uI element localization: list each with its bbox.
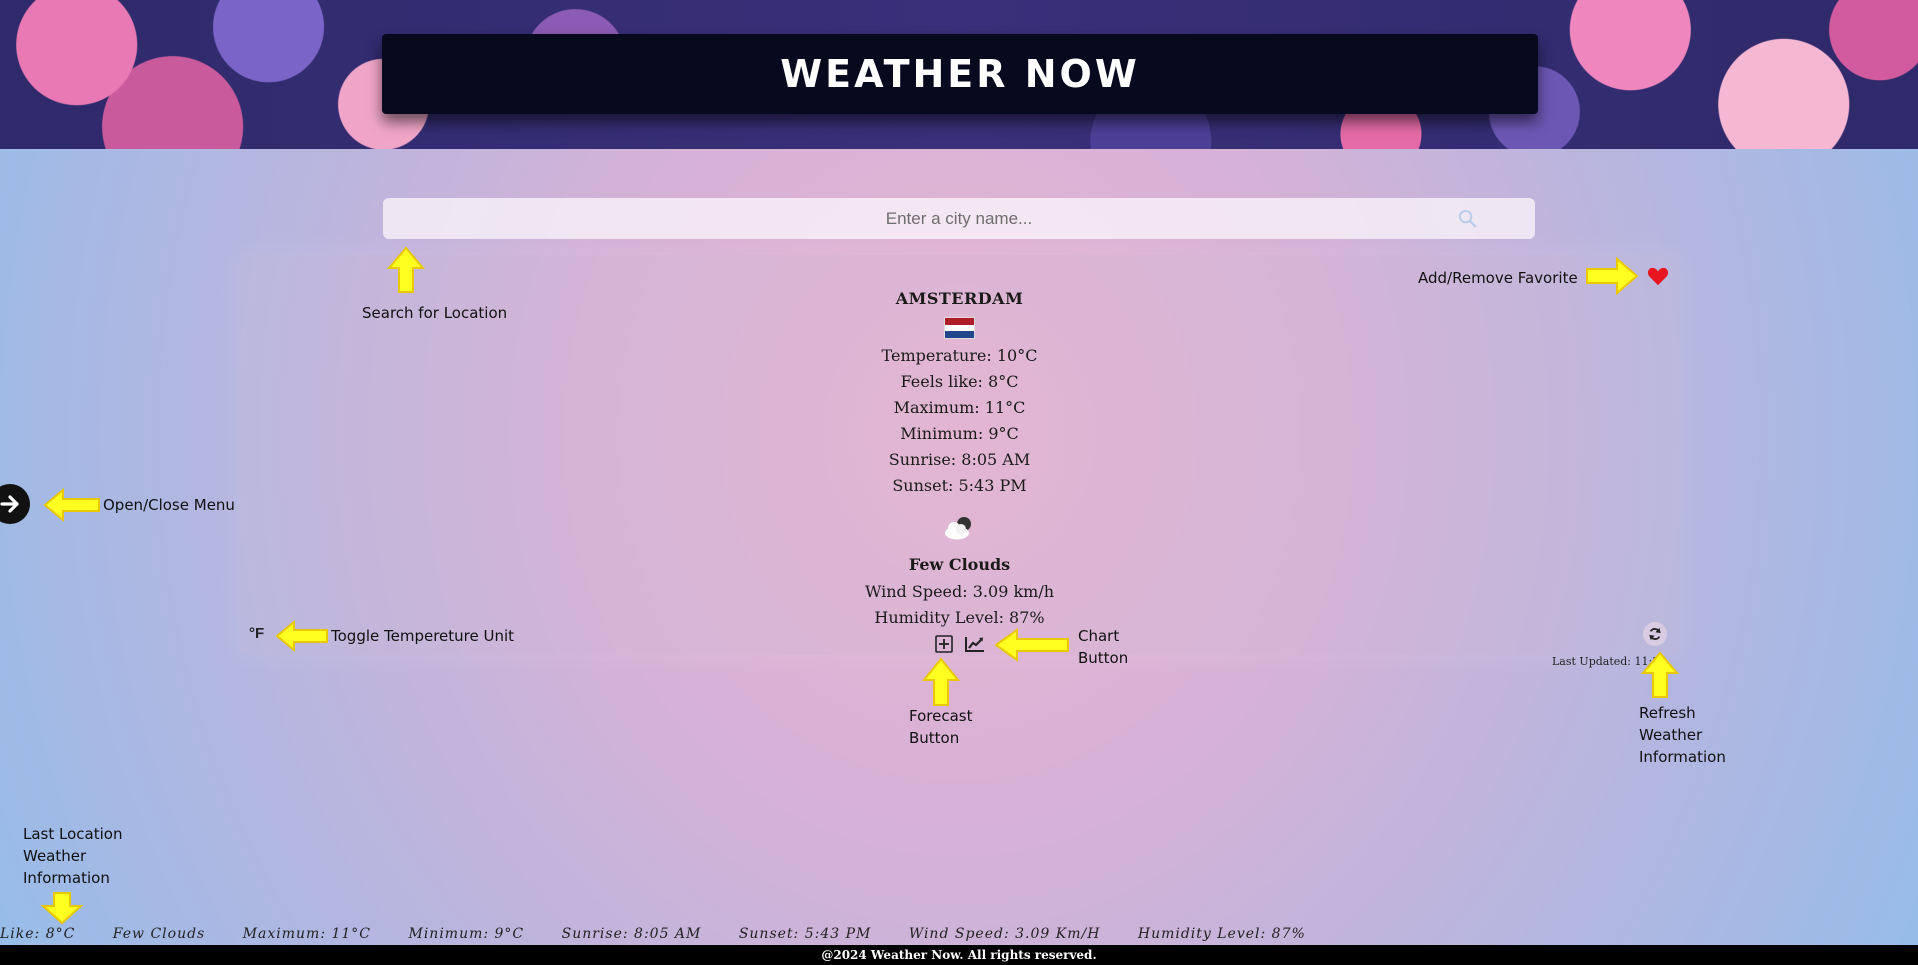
last-location-annotation-line3: Information: [23, 869, 110, 887]
unit-annotation: Toggle Tempereture Unit: [331, 627, 515, 645]
unit-toggle-button[interactable]: °F: [249, 625, 264, 642]
search-icon[interactable]: [1458, 209, 1477, 228]
chart-annotation-arrow: [994, 628, 1069, 662]
temperature: Temperature: 10°C: [881, 346, 1038, 365]
maximum-temp: Maximum: 11°C: [893, 398, 1026, 417]
menu-annotation-arrow: [43, 488, 100, 522]
refresh-annotation-line1: Refresh: [1639, 704, 1696, 722]
ticker-item: Maximum: 11°C: [242, 926, 372, 942]
ticker-item: Sunrise: 8:05 AM: [561, 926, 702, 942]
last-location-annotation-line2: Weather: [23, 847, 87, 865]
menu-annotation: Open/Close Menu: [103, 496, 235, 514]
ticker-item: Like: 8°C: [0, 926, 76, 942]
ticker-item: Humidity Level: 87%: [1137, 926, 1306, 942]
sunrise: Sunrise: 8:05 AM: [888, 450, 1031, 469]
refresh-annotation-arrow: [1640, 651, 1680, 698]
arrow-right-icon: [0, 495, 19, 513]
refresh-annotation-line2: Weather: [1639, 726, 1703, 744]
search-bar: [383, 198, 1535, 239]
forecast-annotation-line2: Button: [909, 729, 960, 747]
favorite-heart-icon[interactable]: [1647, 266, 1669, 286]
wind-speed: Wind Speed: 3.09 km/h: [864, 582, 1055, 601]
footer: @2024 Weather Now. All rights reserved.: [0, 945, 1918, 965]
menu-toggle-button[interactable]: [0, 484, 30, 524]
favorite-annotation: Add/Remove Favorite: [1418, 269, 1578, 287]
last-location-annotation-arrow: [40, 892, 84, 925]
chart-annotation-line1: Chart: [1078, 627, 1120, 645]
ticker-item: Sunset: 5:43 PM: [738, 926, 872, 942]
ticker-item: Wind Speed: 3.09 Km/H: [908, 926, 1101, 942]
ticker-item: Minimum: 9°C: [408, 926, 525, 942]
refresh-annotation-line3: Information: [1639, 748, 1726, 766]
feels-like: Feels like: 8°C: [900, 372, 1019, 391]
forecast-button[interactable]: [935, 635, 953, 653]
page-title: WEATHER NOW: [780, 52, 1140, 96]
forecast-annotation: Forecast Button: [909, 705, 972, 749]
unit-annotation-arrow: [275, 620, 328, 652]
sunset: Sunset: 5:43 PM: [892, 476, 1027, 495]
search-annotation-arrow: [386, 246, 426, 293]
refresh-annotation: Refresh Weather Information: [1639, 702, 1726, 768]
last-location-annotation: Last Location Weather Information: [23, 823, 122, 889]
favorite-annotation-arrow: [1586, 257, 1639, 295]
refresh-icon: [1649, 627, 1661, 641]
country-flag-icon: [944, 317, 975, 339]
chart-button[interactable]: [964, 634, 986, 654]
chart-annotation-line2: Button: [1078, 649, 1129, 667]
weather-description: Few Clouds: [908, 555, 1011, 574]
header-banner: WEATHER NOW: [0, 0, 1918, 149]
title-bar: WEATHER NOW: [382, 34, 1538, 114]
forecast-annotation-line1: Forecast: [909, 707, 973, 725]
few-clouds-icon: [945, 517, 971, 540]
search-input[interactable]: [383, 198, 1535, 239]
search-annotation: Search for Location: [362, 304, 508, 322]
forecast-annotation-arrow: [921, 657, 961, 706]
minimum-temp: Minimum: 9°C: [900, 424, 1019, 443]
refresh-button[interactable]: [1643, 622, 1667, 646]
chart-annotation: Chart Button: [1078, 625, 1128, 669]
last-location-annotation-line1: Last Location: [23, 825, 123, 843]
ticker-item: Few Clouds: [112, 926, 206, 942]
